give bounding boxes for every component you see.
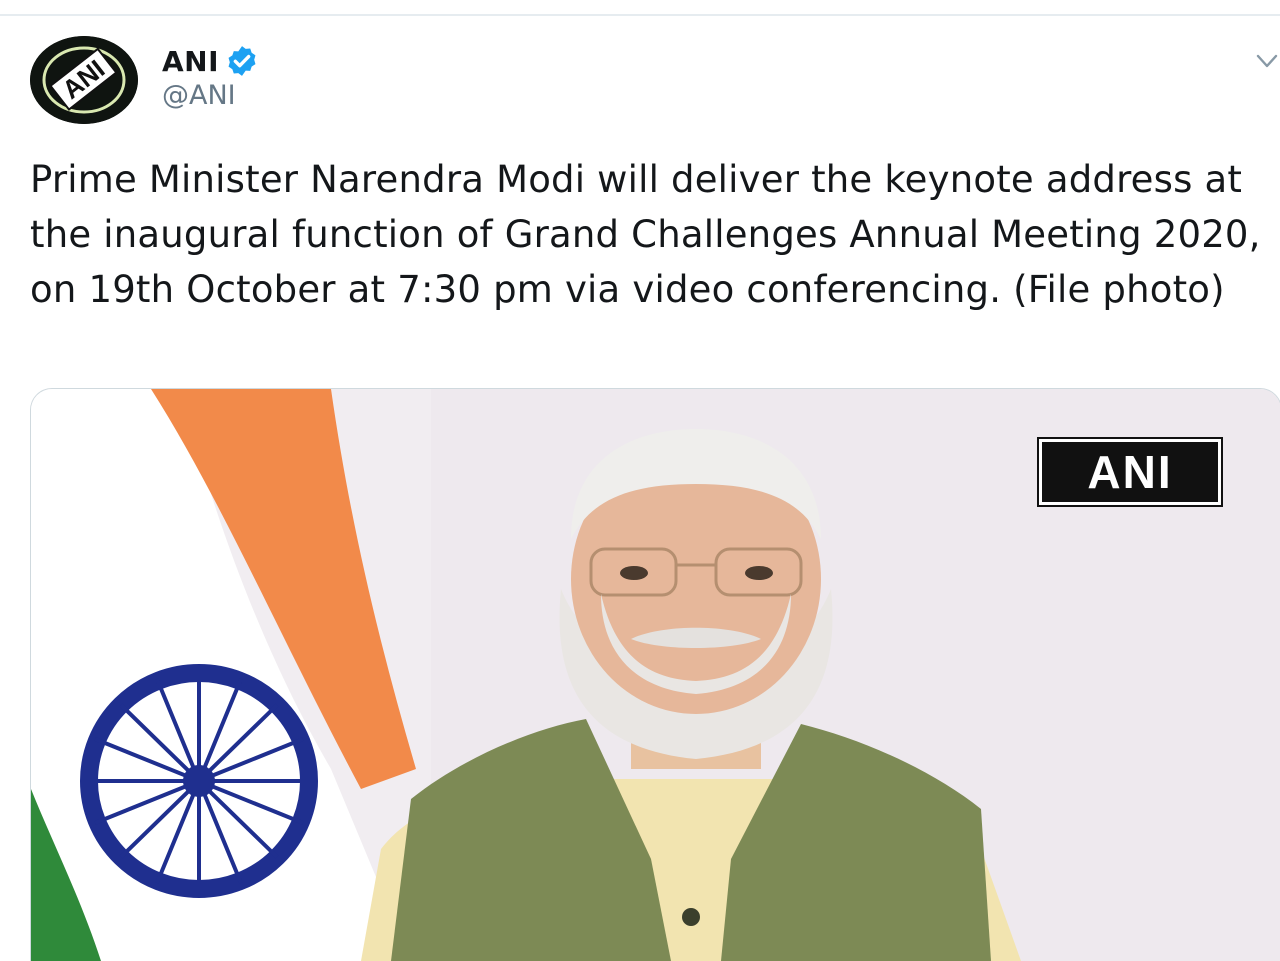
tweet-text: Prime Minister Narendra Modi will delive…	[30, 158, 1261, 311]
tweet-card: ANI ANI @ANI Prime Minister Narendra Mod…	[0, 0, 1280, 961]
author-row: ANI	[162, 44, 259, 78]
tweet-photo[interactable]: ANI	[30, 388, 1280, 961]
chevron-down-icon[interactable]	[1256, 50, 1278, 72]
ani-logo-icon: ANI	[30, 36, 138, 124]
watermark-badge: ANI	[1037, 437, 1223, 507]
watermark-text: ANI	[1087, 446, 1173, 498]
divider	[0, 14, 1280, 16]
author-handle[interactable]: @ANI	[162, 80, 236, 111]
verified-badge-icon	[228, 46, 256, 76]
ashoka-chakra-icon	[80, 664, 318, 898]
avatar[interactable]: ANI	[30, 36, 138, 124]
author-name[interactable]: ANI	[162, 45, 219, 78]
